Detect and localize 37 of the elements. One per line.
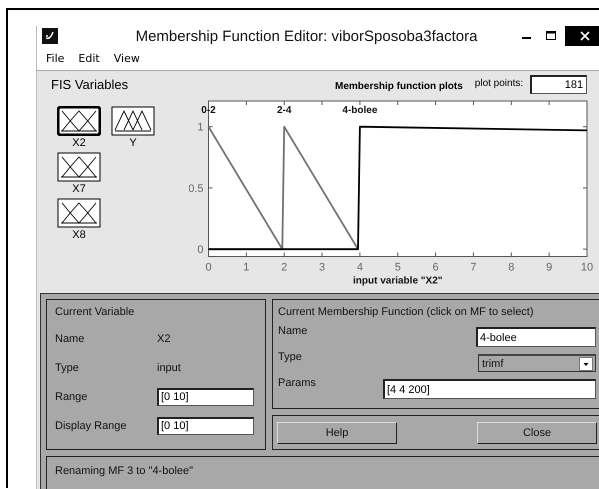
variable-label: X8 xyxy=(72,229,86,241)
field-label: Range xyxy=(55,390,88,402)
field-label: Type xyxy=(55,362,80,374)
x-tick-label: 0 xyxy=(205,262,212,274)
x-tick-label: 7 xyxy=(470,262,477,274)
window-title: Membership Function Editor: viborSposoba3factora xyxy=(134,28,478,44)
field-label: Name xyxy=(278,325,308,337)
field-value: input xyxy=(157,362,181,374)
field-label: Display Range xyxy=(55,420,128,432)
variable-label: X7 xyxy=(72,183,86,195)
field-value: X2 xyxy=(157,332,170,344)
status-message: Renaming MF 3 to "4-bolee" xyxy=(55,465,194,477)
field-label: Name xyxy=(55,332,86,344)
x-tick-label: 9 xyxy=(546,262,552,274)
field-label: Params xyxy=(278,377,317,389)
y-tick-label: 0 xyxy=(197,244,204,256)
x-tick-label: 3 xyxy=(318,262,326,274)
x-tick-label: 1 xyxy=(243,262,250,274)
x-axis-label: input variable "X2" xyxy=(353,276,442,286)
plot-points-label: plot points: xyxy=(474,78,524,88)
y-tick-label: 0.5 xyxy=(189,182,204,195)
x-tick-label: 4 xyxy=(356,262,363,274)
panel-title: Current Variable xyxy=(55,306,136,318)
y-tick-label: 1 xyxy=(197,122,204,134)
section-title: FIS Variables xyxy=(51,77,130,92)
variable-label: Y xyxy=(129,137,137,149)
x-tick-label: 2 xyxy=(281,262,288,274)
variable-label: X2 xyxy=(72,137,86,149)
mf-label: 2-4 xyxy=(276,105,292,116)
plot-title: Membership function plots xyxy=(335,80,463,92)
x-tick-label: 5 xyxy=(394,262,401,274)
x-tick-label: 6 xyxy=(432,262,439,274)
panel-title: Current Membership Function (click on MF to select) xyxy=(278,306,535,318)
field-label: Type xyxy=(278,351,303,363)
mf-label: 4-bolee xyxy=(342,105,378,116)
x-tick-label: 10 xyxy=(580,262,594,274)
x-tick-label: 8 xyxy=(508,262,514,274)
